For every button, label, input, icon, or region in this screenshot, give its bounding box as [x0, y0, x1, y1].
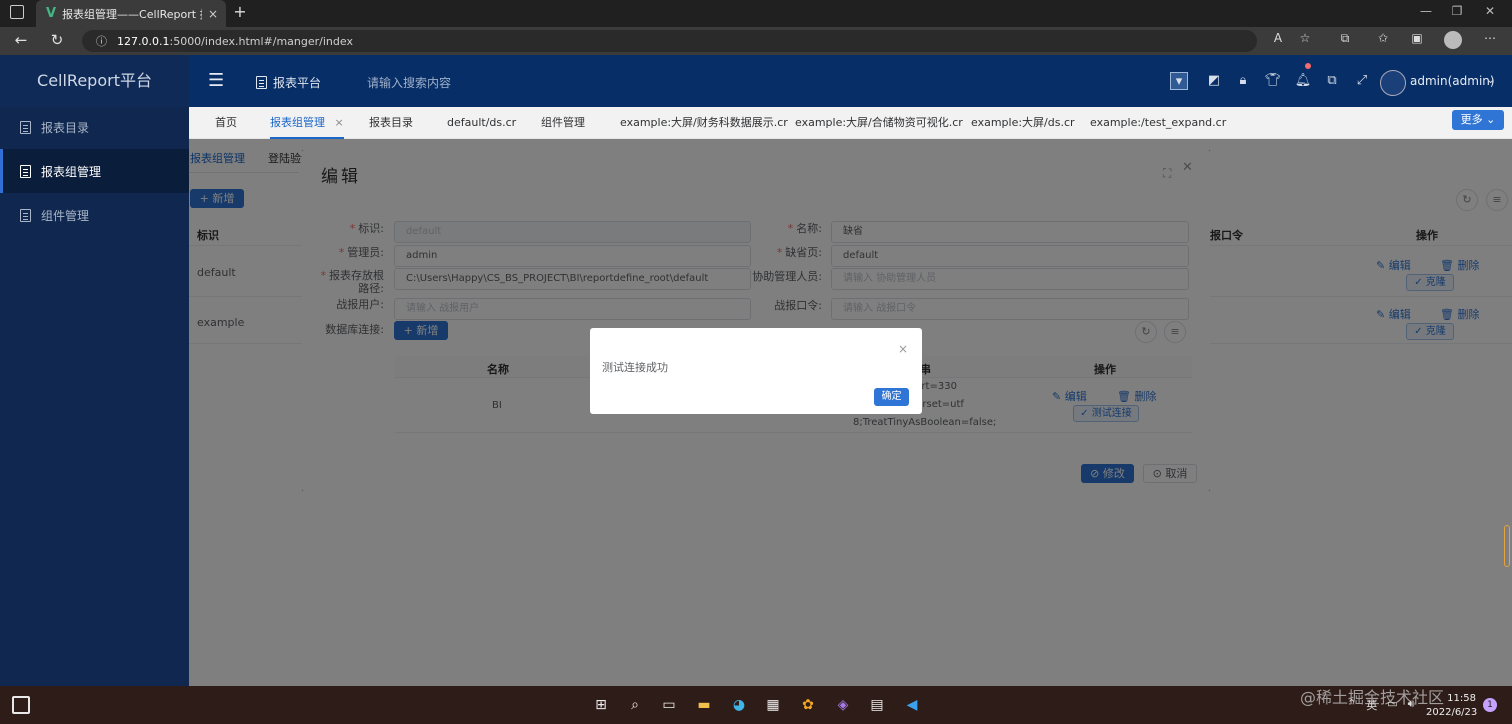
url-path: :5000/index.html#/manger/index [169, 34, 353, 48]
screen-icon[interactable]: ◩ [1205, 72, 1223, 90]
close-icon[interactable]: × [335, 116, 344, 129]
document-icon [20, 164, 31, 178]
restore-icon[interactable]: ❐ [1447, 4, 1467, 18]
visual-studio-icon[interactable]: ◈ [832, 694, 854, 716]
terminal-icon[interactable]: ▤ [866, 694, 888, 716]
more-tabs-button[interactable]: 更多 ⌄ [1452, 110, 1504, 130]
tab-storage-screen[interactable]: example:大屏/合储物资可视化.cr [795, 107, 963, 139]
tab-component[interactable]: 组件管理 [541, 107, 585, 139]
more-menu-icon[interactable]: ⋯ [1480, 31, 1500, 45]
info-icon: ⓘ [96, 35, 107, 48]
favorites-icon[interactable]: ✩ [1373, 31, 1393, 45]
task-view-icon[interactable]: ▭ [658, 694, 680, 716]
extensions-icon[interactable]: ⧉ [1335, 31, 1355, 46]
message-mask [302, 150, 1210, 491]
close-tab-icon[interactable]: × [208, 7, 226, 21]
confirm-button[interactable]: 确定 [874, 388, 909, 406]
system-tray[interactable]: ⌃ 英 ▭ 🔊︎ [1347, 697, 1415, 713]
widgets-icon[interactable] [12, 696, 30, 714]
document-icon [256, 76, 267, 89]
favorite-add-icon[interactable]: ☆ [1295, 31, 1315, 45]
network-icon[interactable]: ▭ [1387, 697, 1397, 713]
translate-icon[interactable]: ⧉ [1323, 72, 1341, 90]
browser-tab[interactable]: V 报表组管理——CellReport 报表 × [36, 0, 226, 27]
back-icon[interactable]: ← [10, 31, 32, 49]
bell-icon[interactable]: 🔔︎ [1294, 72, 1312, 90]
read-aloud-icon[interactable]: A [1268, 31, 1288, 45]
close-icon[interactable]: × [898, 342, 908, 356]
windows-start-icon[interactable]: ⊞ [590, 694, 612, 716]
tab-default-ds[interactable]: default/ds.cr [447, 107, 516, 139]
clock-date: 2022/6/23 [1426, 707, 1478, 718]
language-indicator[interactable]: 英 [1366, 697, 1377, 713]
tab-screen-ds[interactable]: example:大屏/ds.cr [971, 107, 1075, 139]
vue-logo-icon: V [46, 6, 57, 21]
sidebar-item-label: 报表组管理 [41, 164, 102, 179]
platform-label: 报表平台 [273, 76, 322, 90]
app-icon[interactable]: ✿ [797, 694, 819, 716]
vscode-icon[interactable]: ◀ [901, 694, 923, 716]
document-icon [20, 208, 31, 222]
sidebar-item-report-catalog[interactable]: 报表目录 [0, 105, 189, 149]
chevron-down-icon[interactable]: ⌄ [1486, 73, 1495, 86]
volume-icon[interactable]: 🔊︎ [1408, 697, 1415, 713]
tab-home[interactable]: 首页 [215, 107, 237, 139]
message-text: 测试连接成功 [602, 361, 668, 374]
tab-test-expand[interactable]: example:/test_expand.cr [1090, 107, 1226, 139]
scroll-indicator[interactable] [1504, 525, 1510, 567]
collections-icon[interactable]: ▣ [1407, 31, 1427, 45]
tab-report-catalog[interactable]: 报表目录 [369, 107, 413, 139]
url-host: 127.0.0.1 [117, 34, 170, 48]
chevron-up-icon[interactable]: ⌃ [1347, 697, 1356, 713]
tab-report-group[interactable]: 报表组管理 × [270, 107, 344, 139]
lock-icon[interactable]: 🔒︎ [1234, 72, 1252, 90]
minimize-icon[interactable]: — [1416, 4, 1436, 18]
notification-count-badge[interactable]: 1 [1483, 698, 1497, 712]
edge-icon[interactable]: ◕ [728, 694, 750, 716]
clock[interactable]: 11:58 2022/6/23 [1426, 692, 1478, 720]
notification-dot [1305, 63, 1311, 69]
sidebar-item-label: 报表目录 [41, 120, 90, 135]
tab-actions-icon[interactable] [10, 5, 24, 19]
theme-shirt-icon[interactable]: 👕︎ [1264, 72, 1282, 90]
new-tab-button[interactable]: + [230, 2, 250, 24]
sidebar-item-label: 组件管理 [41, 208, 90, 223]
close-window-icon[interactable]: ✕ [1480, 4, 1500, 18]
hamburger-menu-icon[interactable]: ☰ [208, 70, 224, 91]
avatar[interactable] [1380, 70, 1406, 96]
sidebar-item-component[interactable]: 组件管理 [0, 193, 189, 237]
platform-link[interactable]: 报表平台 [256, 74, 321, 91]
store-icon[interactable]: ▦ [762, 694, 784, 716]
username[interactable]: admin(admin) [1410, 74, 1495, 88]
browser-tab-bar [0, 0, 1512, 27]
brand-title: CellReport平台 [0, 55, 189, 107]
clock-time: 11:58 [1447, 693, 1476, 704]
tab-finance-screen[interactable]: example:大屏/财务科数据展示.cr [620, 107, 788, 139]
browser-tab-title: 报表组管理——CellReport 报表 [62, 7, 202, 21]
sidebar-item-report-group[interactable]: 报表组管理 [0, 149, 189, 193]
more-label: 更多 [1460, 113, 1483, 126]
file-explorer-icon[interactable]: ▬ [693, 694, 715, 716]
layout-icon[interactable]: ▾ [1170, 72, 1188, 90]
tab-label: 报表组管理 [270, 116, 325, 129]
fullscreen-icon[interactable]: ⤢ [1353, 72, 1371, 90]
profile-icon[interactable] [1444, 31, 1462, 49]
refresh-icon[interactable]: ↻ [46, 31, 68, 49]
top-search-input[interactable]: 请输入搜索内容 [367, 74, 451, 91]
document-icon [20, 120, 31, 134]
taskbar [0, 686, 1512, 724]
search-icon[interactable]: ⌕ [624, 694, 646, 716]
url-input[interactable]: ⓘ 127.0.0.1:5000/index.html#/manger/inde… [82, 30, 1257, 52]
